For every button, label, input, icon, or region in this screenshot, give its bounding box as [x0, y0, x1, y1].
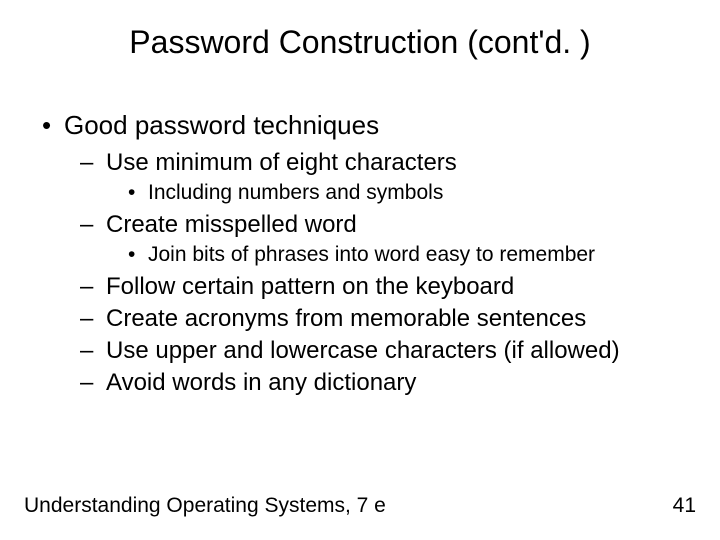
bullet-level3: Join bits of phrases into word easy to r…: [128, 243, 678, 267]
bullet-text: Create acronyms from memorable sentences: [106, 305, 586, 332]
bullet-level1: Good password techniques: [42, 110, 678, 141]
bullet-level2: Use minimum of eight characters: [80, 149, 678, 177]
bullet-text: Follow certain pattern on the keyboard: [106, 273, 514, 300]
slide: Password Construction (cont'd. ) Good pa…: [0, 0, 720, 540]
bullet-text: Good password techniques: [64, 110, 379, 140]
bullet-level2: Create misspelled word: [80, 211, 678, 239]
page-number: 41: [673, 494, 696, 518]
slide-title: Password Construction (cont'd. ): [0, 24, 720, 61]
bullet-text: Use minimum of eight characters: [106, 149, 457, 176]
bullet-text: Avoid words in any dictionary: [106, 369, 416, 396]
bullet-level2: Use upper and lowercase characters (if a…: [80, 337, 678, 365]
bullet-text: Use upper and lowercase characters (if a…: [106, 337, 620, 364]
bullet-text: Including numbers and symbols: [148, 181, 443, 204]
bullet-level3: Including numbers and symbols: [128, 181, 678, 205]
footer-source: Understanding Operating Systems, 7 e: [24, 494, 386, 518]
bullet-level2: Avoid words in any dictionary: [80, 369, 678, 397]
bullet-level2: Follow certain pattern on the keyboard: [80, 273, 678, 301]
slide-body: Good password techniques Use minimum of …: [42, 110, 678, 401]
bullet-level2: Create acronyms from memorable sentences: [80, 305, 678, 333]
bullet-text: Create misspelled word: [106, 211, 357, 238]
bullet-text: Join bits of phrases into word easy to r…: [148, 243, 595, 266]
